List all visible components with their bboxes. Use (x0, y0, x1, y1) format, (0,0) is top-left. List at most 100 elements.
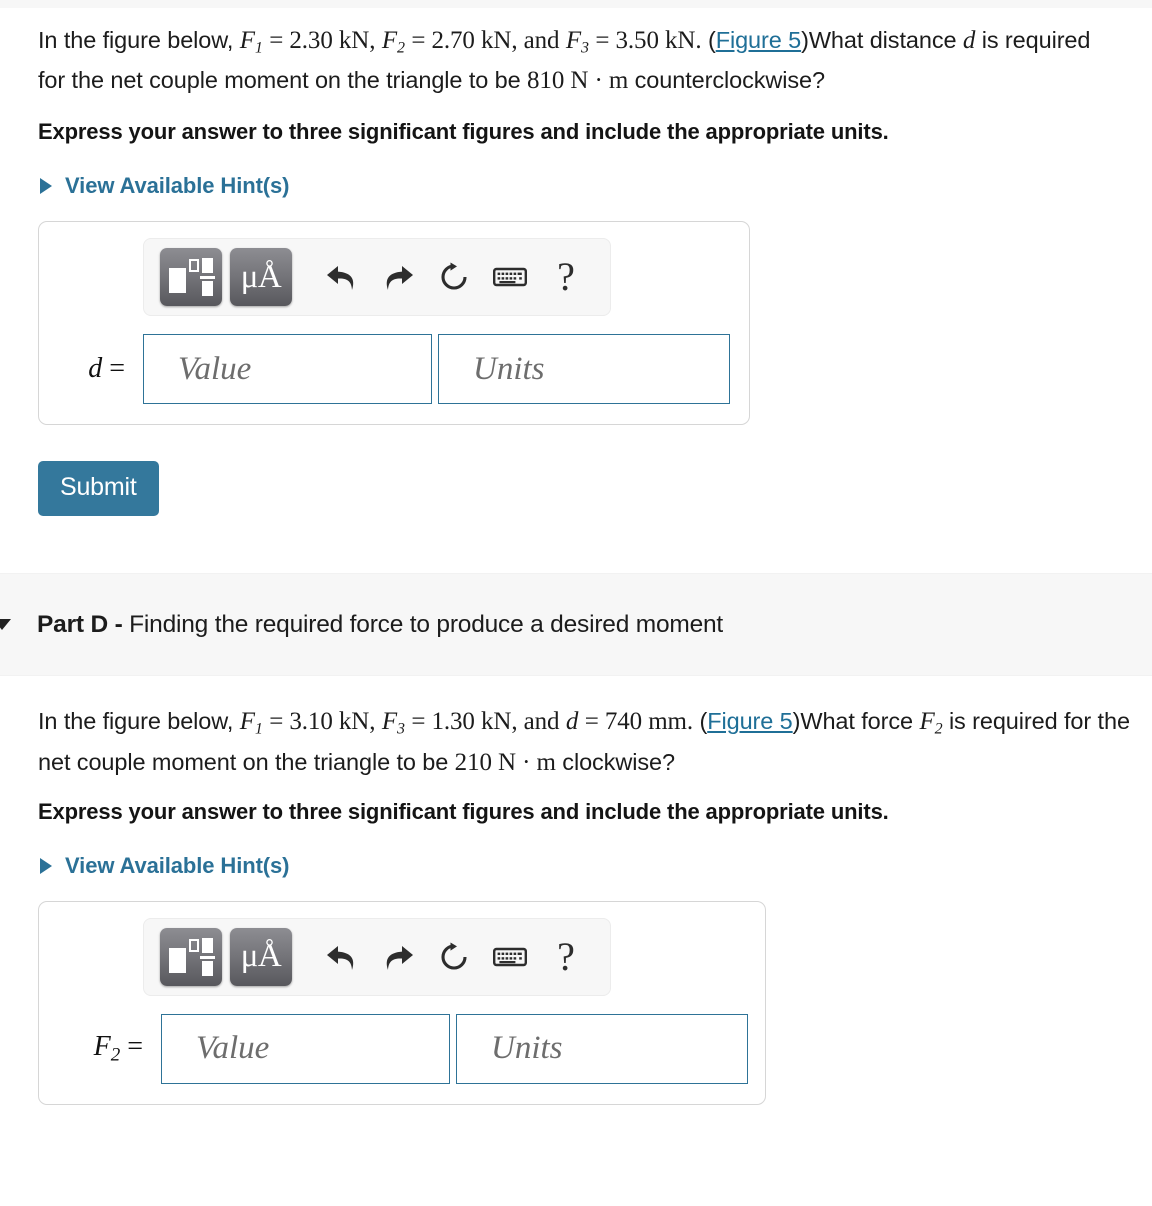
undo-icon (327, 945, 354, 970)
question-tail2: clockwise? (562, 748, 675, 775)
chevron-down-icon (0, 619, 11, 631)
figure-5-link[interactable]: Figure 5 (707, 708, 793, 734)
math-template-button[interactable] (160, 927, 222, 986)
redo-button[interactable] (370, 931, 426, 983)
math-template-icon (169, 257, 215, 297)
f3-value: = 3.50 kN. (595, 27, 702, 54)
f3-subscript: 3 (581, 39, 589, 57)
part-d-header[interactable]: Part D - Finding the required force to p… (0, 573, 1152, 677)
question-tail2: counterclockwise? (634, 67, 825, 94)
part-c-hints-label: View Available Hint(s) (65, 173, 290, 199)
part-c-answer-box: μÅ ? d = Value Units (38, 221, 750, 426)
part-d-instruction: Express your answer to three significant… (38, 798, 889, 824)
units-button[interactable]: μÅ (230, 927, 292, 986)
undo-icon (327, 266, 354, 291)
reset-button[interactable] (426, 251, 482, 303)
moment-value: 810 N · m (527, 67, 629, 95)
f2-subscript: 2 (396, 39, 405, 57)
units-placeholder: Units (491, 1030, 563, 1067)
reset-button[interactable] (426, 931, 482, 983)
part-d-variable-label: F2 = (55, 1031, 161, 1066)
keyboard-icon (493, 268, 527, 287)
f2-value: = 2.70 kN, and (411, 27, 560, 54)
part-d-answer-box: μÅ ? F2 = Value Units (38, 900, 766, 1105)
part-c-units-input[interactable]: Units (438, 334, 730, 405)
keyboard-icon (493, 947, 527, 967)
f1-value: = 2.30 kN, (269, 27, 376, 54)
question-lead: In the figure below, (38, 708, 234, 735)
part-c-answer-row: d = Value Units (55, 334, 733, 405)
equals-sign: = (127, 1031, 143, 1063)
d-symbol: d (565, 708, 579, 736)
help-button[interactable]: ? (538, 251, 594, 303)
part-d-body: In the figure below, F1 = 3.10 kN, F3 = … (0, 676, 1152, 1105)
question-mark-icon: ? (557, 254, 575, 300)
part-c-hints-toggle[interactable]: View Available Hint(s) (38, 173, 1132, 199)
part-d-title: Part D - Finding the required force to p… (37, 611, 723, 639)
part-d-description: Finding the required force to produce a … (129, 610, 724, 638)
reset-icon (441, 262, 467, 290)
f2-symbol: F (381, 27, 397, 54)
units-placeholder: Units (473, 350, 545, 387)
part-d-hints-label: View Available Hint(s) (65, 852, 290, 878)
undo-button[interactable] (314, 931, 370, 983)
part-c-variable-label: d = (55, 353, 143, 385)
units-button[interactable]: μÅ (230, 248, 292, 307)
part-c-body: In the figure below, F1 = 2.30 kN, F2 = … (0, 8, 1152, 426)
f3-symbol: F (381, 708, 397, 736)
part-c-question-text: In the figure below, F1 = 2.30 kN, F2 = … (38, 24, 1123, 97)
variable-d: d (88, 353, 103, 385)
keyboard-button[interactable] (482, 251, 538, 303)
part-d-separator: - (114, 610, 123, 638)
part-c-value-input[interactable]: Value (143, 334, 432, 405)
redo-icon (386, 266, 413, 291)
keyboard-button[interactable] (482, 931, 538, 983)
variable-f-subscript: 2 (110, 1044, 121, 1066)
micro-angstrom-icon: μÅ (240, 938, 282, 975)
part-c-math-toolbar: μÅ ? (143, 238, 611, 317)
help-button[interactable]: ? (538, 931, 594, 983)
reset-icon (441, 942, 467, 970)
undo-button[interactable] (314, 251, 370, 303)
micro-angstrom-icon: μÅ (240, 258, 282, 295)
math-template-button[interactable] (160, 248, 222, 307)
part-d-question-text: In the figure below, F1 = 3.10 kN, F3 = … (38, 705, 1132, 778)
f3-subscript: 3 (396, 720, 405, 738)
part-d-hints-toggle[interactable]: View Available Hint(s) (38, 853, 1132, 879)
top-spacer (0, 0, 1152, 8)
redo-icon (386, 945, 413, 970)
value-placeholder: Value (196, 1030, 270, 1067)
part-d-answer-row: F2 = Value Units (55, 1013, 749, 1084)
f1-subscript: 1 (254, 39, 263, 57)
moment-value: 210 N · m (454, 748, 556, 776)
f3-value: = 1.30 kN, and (411, 708, 560, 736)
figure-tail: )What force (792, 708, 913, 735)
part-d-math-toolbar: μÅ ? (143, 917, 611, 996)
part-d-label: Part D (37, 610, 108, 638)
question-lead: In the figure below, (38, 27, 234, 53)
part-d-units-input[interactable]: Units (456, 1013, 748, 1084)
equals-sign: = (109, 353, 125, 385)
figure-paren-open: ( (707, 27, 716, 53)
variable-f: F (93, 1031, 111, 1063)
submit-button[interactable]: Submit (38, 461, 159, 517)
f1-subscript: 1 (254, 720, 263, 738)
f2-symbol: F (919, 708, 935, 736)
part-c-instruction: Express your answer to three significant… (38, 119, 889, 145)
d-symbol: d (962, 27, 976, 54)
d-value: = 740 mm. (584, 708, 694, 736)
redo-button[interactable] (370, 251, 426, 303)
question-mark-icon: ? (557, 933, 575, 979)
f3-symbol: F (565, 27, 582, 54)
f1-symbol: F (239, 708, 255, 736)
f1-value: = 3.10 kN, (269, 708, 376, 736)
chevron-right-icon (40, 178, 52, 195)
figure-5-link[interactable]: Figure 5 (716, 27, 802, 53)
f2-subscript: 2 (934, 720, 943, 738)
part-d-value-input[interactable]: Value (161, 1013, 450, 1084)
f1-symbol: F (239, 27, 255, 54)
chevron-right-icon (40, 857, 52, 874)
value-placeholder: Value (178, 350, 252, 387)
figure-tail: )What distance (801, 27, 957, 53)
math-template-icon (169, 937, 215, 977)
